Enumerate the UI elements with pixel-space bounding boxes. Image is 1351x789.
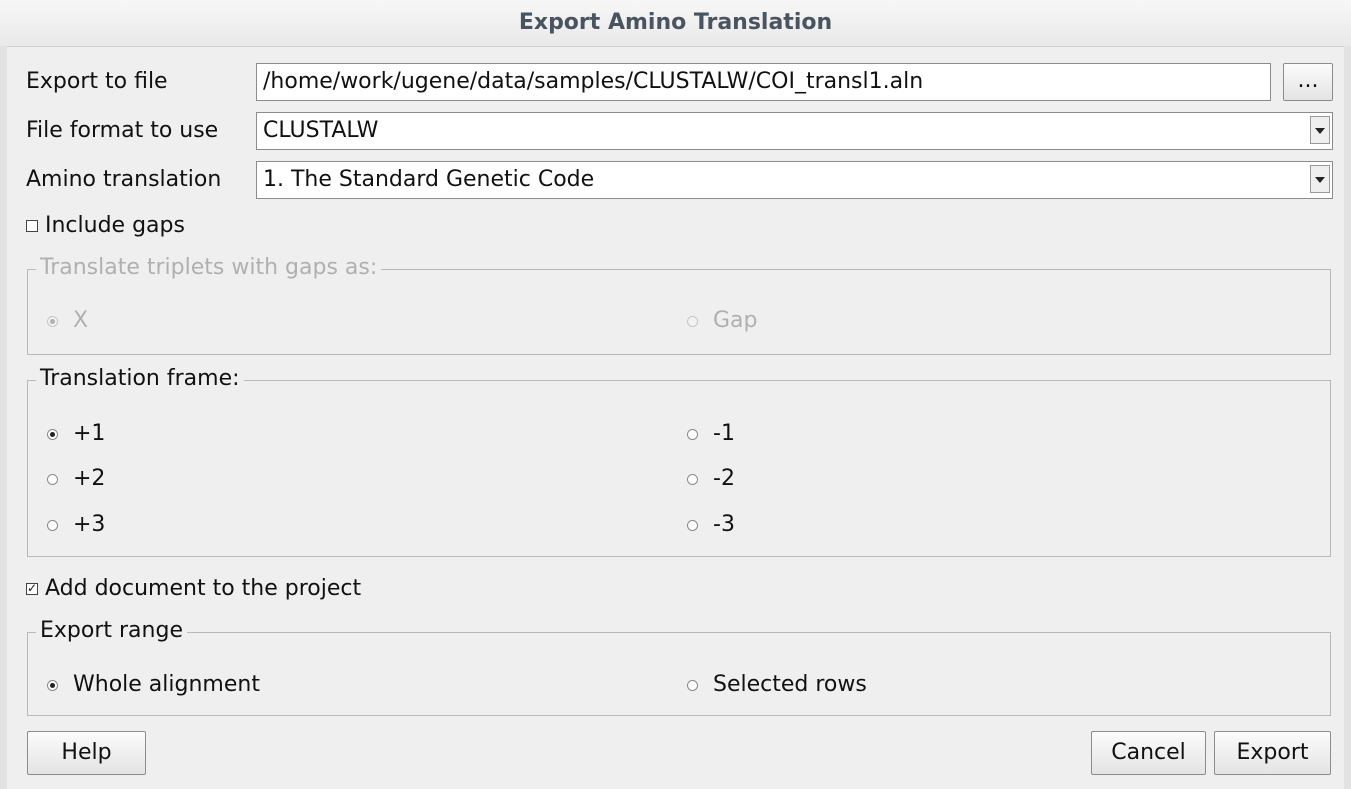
radio-unselected-icon[interactable] xyxy=(47,519,58,531)
radio-selected-rows[interactable]: Selected rows xyxy=(687,670,867,700)
file-format-value: CLUSTALW xyxy=(263,118,379,143)
radio-frame-plus3-label: +3 xyxy=(73,512,106,537)
radio-frame-minus3-label: -3 xyxy=(713,512,735,537)
help-button[interactable]: Help xyxy=(27,731,146,775)
browse-button[interactable]: ... xyxy=(1283,63,1333,101)
export-range-legend: Export range xyxy=(36,616,187,646)
amino-translation-label: Amino translation xyxy=(26,167,222,192)
radio-unselected-icon[interactable] xyxy=(687,315,698,327)
radio-frame-plus2[interactable]: +2 xyxy=(47,464,105,494)
radio-unselected-icon[interactable] xyxy=(687,428,698,440)
add-to-project-checkbox[interactable]: Add document to the project xyxy=(26,574,361,604)
checkbox-box-icon[interactable] xyxy=(26,220,38,232)
chevron-down-icon[interactable] xyxy=(1310,116,1330,144)
radio-selected-icon[interactable] xyxy=(47,315,58,327)
radio-gap-x[interactable]: X xyxy=(47,306,88,336)
export-file-input[interactable]: /home/work/ugene/data/samples/CLUSTALW/C… xyxy=(256,63,1271,101)
radio-frame-plus2-label: +2 xyxy=(73,466,106,491)
radio-unselected-icon[interactable] xyxy=(687,473,698,485)
radio-selected-icon[interactable] xyxy=(47,428,58,440)
radio-whole-alignment-label: Whole alignment xyxy=(73,672,260,697)
radio-frame-plus1-label: +1 xyxy=(73,421,106,446)
radio-frame-minus1-label: -1 xyxy=(713,421,735,446)
radio-gap-gap[interactable]: Gap xyxy=(687,306,758,336)
radio-whole-alignment[interactable]: Whole alignment xyxy=(47,670,260,700)
radio-selected-icon[interactable] xyxy=(47,679,58,691)
dialog-title: Export Amino Translation xyxy=(0,0,1351,47)
cancel-button[interactable]: Cancel xyxy=(1091,731,1206,775)
checkbox-checked-icon[interactable] xyxy=(26,583,38,595)
gap-translation-group: Translate triplets with gaps as: X Gap xyxy=(27,253,1331,355)
include-gaps-checkbox[interactable]: Include gaps xyxy=(26,211,185,241)
amino-translation-value: 1. The Standard Genetic Code xyxy=(263,167,595,192)
chevron-down-icon[interactable] xyxy=(1310,165,1330,193)
amino-translation-select[interactable]: 1. The Standard Genetic Code xyxy=(256,161,1333,199)
include-gaps-label: Include gaps xyxy=(45,213,185,238)
radio-unselected-icon[interactable] xyxy=(47,473,58,485)
window-frame-right xyxy=(1344,46,1351,789)
radio-frame-plus1[interactable]: +1 xyxy=(47,419,105,449)
radio-frame-minus3[interactable]: -3 xyxy=(687,510,735,540)
radio-frame-plus3[interactable]: +3 xyxy=(47,510,105,540)
window-frame-left xyxy=(0,46,7,789)
radio-gap-gap-label: Gap xyxy=(713,308,758,333)
file-format-label: File format to use xyxy=(26,118,219,143)
radio-frame-minus2-label: -2 xyxy=(713,466,735,491)
translation-frame-group: Translation frame: +1 +2 +3 -1 -2 -3 xyxy=(27,364,1331,557)
export-file-label: Export to file xyxy=(26,69,168,94)
radio-frame-minus2[interactable]: -2 xyxy=(687,464,735,494)
translation-frame-legend: Translation frame: xyxy=(36,364,244,394)
file-format-select[interactable]: CLUSTALW xyxy=(256,112,1333,150)
radio-gap-x-label: X xyxy=(73,308,89,333)
export-range-group: Export range Whole alignment Selected ro… xyxy=(27,616,1331,716)
radio-selected-rows-label: Selected rows xyxy=(713,672,867,697)
radio-frame-minus1[interactable]: -1 xyxy=(687,419,735,449)
export-button[interactable]: Export xyxy=(1214,731,1331,775)
gap-translation-legend: Translate triplets with gaps as: xyxy=(36,253,382,283)
radio-unselected-icon[interactable] xyxy=(687,519,698,531)
radio-unselected-icon[interactable] xyxy=(687,679,698,691)
add-to-project-label: Add document to the project xyxy=(45,576,362,601)
